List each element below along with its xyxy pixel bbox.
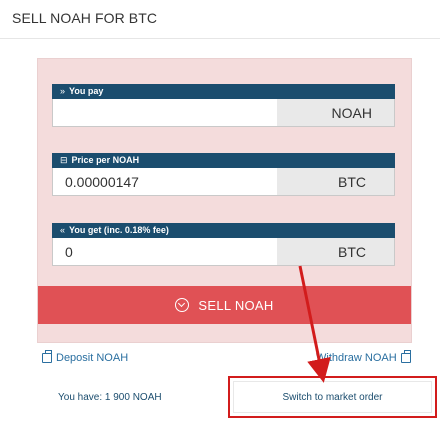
price-unit: BTC (277, 168, 394, 195)
calculator-icon: ⊟ (60, 155, 68, 165)
you-get-label: You get (inc. 0.18% fee) (69, 225, 169, 235)
page-title: SELL NOAH FOR BTC (12, 10, 158, 26)
balance-text: You have: 1 900 NOAH (58, 392, 162, 403)
price-input[interactable] (53, 168, 277, 195)
double-chevron-left-icon: « (60, 225, 66, 235)
wallet-icon (42, 350, 52, 363)
market-button-inner-border (233, 381, 432, 413)
header-divider (0, 38, 440, 39)
price-field: ⊟ Price per NOAH BTC (52, 153, 395, 196)
sell-button-label: SELL NOAH (198, 297, 274, 313)
deposit-link[interactable]: Deposit NOAH (38, 350, 129, 364)
withdraw-label: Withdraw NOAH (316, 352, 397, 364)
wallet-icon (400, 350, 411, 363)
you-get-field: « You get (inc. 0.18% fee) BTC (52, 223, 395, 266)
you-pay-label: You pay (69, 86, 104, 96)
double-chevron-right-icon: » (60, 86, 66, 96)
you-get-input[interactable] (53, 238, 277, 265)
you-get-header: « You get (inc. 0.18% fee) (52, 223, 395, 238)
withdraw-link[interactable]: Withdraw NOAH (316, 350, 415, 364)
switch-market-order-button[interactable]: Switch to market order (228, 376, 437, 418)
you-pay-unit: NOAH (277, 99, 394, 126)
you-pay-field: » You pay NOAH (52, 84, 395, 127)
deposit-label: Deposit NOAH (56, 352, 129, 364)
you-get-unit: BTC (277, 238, 394, 265)
price-header: ⊟ Price per NOAH (52, 153, 395, 168)
you-pay-input[interactable] (53, 99, 277, 126)
price-label: Price per NOAH (71, 155, 140, 165)
circle-chevron-icon (175, 298, 190, 312)
you-pay-header: » You pay (52, 84, 395, 99)
sell-button[interactable]: SELL NOAH (38, 286, 411, 324)
